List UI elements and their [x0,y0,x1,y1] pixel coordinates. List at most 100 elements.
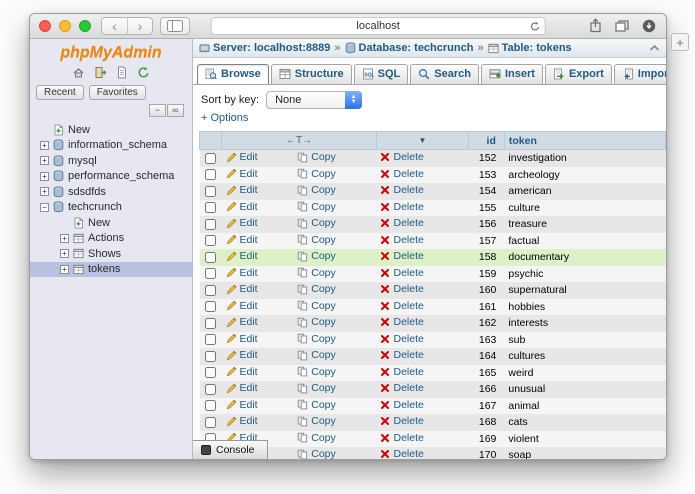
tab-browse[interactable]: Browse [197,64,269,84]
expand-box-icon[interactable]: + [40,187,49,197]
copy-link[interactable]: Copy [297,217,336,229]
breadcrumb-item[interactable]: Server: localhost:8889 [199,42,330,54]
delete-link[interactable]: Delete [380,234,424,246]
copy-link[interactable]: Copy [297,201,336,213]
sort-key-select[interactable]: None ▲ ▼ [266,90,363,109]
delete-link[interactable]: Delete [380,300,424,312]
delete-link[interactable]: Delete [380,333,424,345]
back-button[interactable]: ‹ [102,18,127,34]
options-toggle-link[interactable]: + Options [201,112,248,124]
row-checkbox[interactable] [205,383,216,395]
tree-item-shows[interactable]: + Shows [30,246,192,262]
column-order-icon[interactable]: ←T→ [286,135,312,146]
reload-icon[interactable] [530,21,541,32]
tree-item-performance_schema[interactable]: + performance_schema [30,169,192,185]
minimize-window-button[interactable] [59,20,71,32]
delete-link[interactable]: Delete [380,217,424,229]
copy-link[interactable]: Copy [297,448,336,459]
row-checkbox[interactable] [205,350,216,362]
copy-link[interactable]: Copy [297,316,336,328]
copy-link[interactable]: Copy [297,267,336,279]
edit-link[interactable]: Edit [226,201,258,213]
copy-link[interactable]: Copy [297,399,336,411]
expand-box-icon[interactable]: + [60,264,69,274]
delete-link[interactable]: Delete [380,201,424,213]
collapse-all-button[interactable]: − [149,104,166,117]
delete-link[interactable]: Delete [380,151,424,163]
delete-link[interactable]: Delete [380,267,424,279]
tree-item-techcrunch[interactable]: − techcrunch [30,200,192,216]
breadcrumb-item[interactable]: Database: techcrunch [345,42,473,54]
tree-item-new[interactable]: New [30,122,192,138]
copy-link[interactable]: Copy [297,151,336,163]
edit-link[interactable]: Edit [226,267,258,279]
tab-sql[interactable]: SQL SQL [353,64,409,84]
downloads-button[interactable] [642,19,656,33]
tab-overview-button[interactable] [615,19,629,32]
tree-item-sdsdfds[interactable]: + sdsdfds [30,184,192,200]
delete-link[interactable]: Delete [380,283,424,295]
sidebar-toggle-button[interactable] [160,17,190,35]
row-checkbox[interactable] [205,301,216,313]
row-checkbox[interactable] [205,218,216,230]
row-checkbox[interactable] [205,367,216,379]
tree-item-information_schema[interactable]: + information_schema [30,138,192,154]
expand-box-icon[interactable]: + [40,171,49,181]
edit-link[interactable]: Edit [226,399,258,411]
forward-button[interactable]: › [127,18,152,34]
delete-link[interactable]: Delete [380,316,424,328]
copy-link[interactable]: Copy [297,333,336,345]
edit-link[interactable]: Edit [226,333,258,345]
delete-link[interactable]: Delete [380,366,424,378]
expand-box-icon[interactable]: + [60,233,69,243]
row-checkbox[interactable] [205,235,216,247]
copy-link[interactable]: Copy [297,184,336,196]
row-checkbox[interactable] [205,152,216,164]
copy-link[interactable]: Copy [297,234,336,246]
row-checkbox[interactable] [205,185,216,197]
tab-import[interactable]: Import [613,64,666,84]
edit-link[interactable]: Edit [226,316,258,328]
collapse-panel-icon[interactable] [649,44,660,52]
link-panel-button[interactable]: ∞ [167,104,184,117]
copy-link[interactable]: Copy [297,168,336,180]
expand-box-icon[interactable]: + [40,140,49,150]
tree-item-actions[interactable]: + Actions [30,231,192,247]
logout-icon[interactable] [94,66,107,79]
row-checkbox[interactable] [205,169,216,181]
row-checkbox[interactable] [205,317,216,329]
expand-box-icon[interactable]: + [60,249,69,259]
delete-link[interactable]: Delete [380,349,424,361]
docs-icon[interactable] [116,66,128,79]
zoom-window-button[interactable] [79,20,91,32]
close-window-button[interactable] [39,20,51,32]
share-button[interactable] [589,18,602,33]
edit-link[interactable]: Edit [226,184,258,196]
edit-link[interactable]: Edit [226,366,258,378]
tree-item-new[interactable]: New [30,215,192,231]
tab-search[interactable]: Search [410,64,479,84]
refresh-icon[interactable] [137,66,150,79]
delete-link[interactable]: Delete [380,448,424,459]
delete-link[interactable]: Delete [380,399,424,411]
expand-box-icon[interactable]: + [40,156,49,166]
copy-link[interactable]: Copy [297,250,336,262]
row-checkbox[interactable] [205,268,216,280]
console-button[interactable]: Console [193,440,268,459]
copy-link[interactable]: Copy [297,349,336,361]
edit-link[interactable]: Edit [226,349,258,361]
overlay-plus-button[interactable]: + [671,33,689,51]
row-checkbox[interactable] [205,202,216,214]
row-checkbox[interactable] [205,334,216,346]
address-bar[interactable]: localhost [210,17,546,35]
edit-link[interactable]: Edit [226,415,258,427]
copy-link[interactable]: Copy [297,300,336,312]
recent-button[interactable]: Recent [36,85,84,100]
delete-link[interactable]: Delete [380,382,424,394]
row-checkbox[interactable] [205,416,216,428]
row-checkbox[interactable] [205,284,216,296]
sort-token-link[interactable]: token [509,135,537,147]
edit-link[interactable]: Edit [226,300,258,312]
delete-link[interactable]: Delete [380,168,424,180]
edit-link[interactable]: Edit [226,283,258,295]
